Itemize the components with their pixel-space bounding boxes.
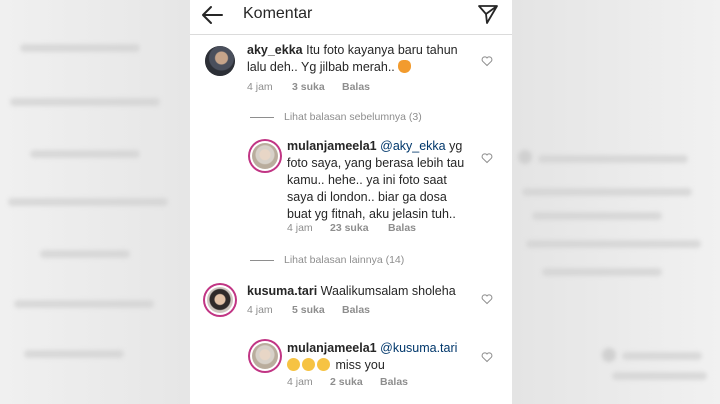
comment-meta: 4 jam 23 suka Balas — [287, 222, 487, 236]
page-title: Komentar — [243, 5, 313, 22]
mention-link[interactable]: @kusuma.tari — [380, 341, 457, 355]
avatar[interactable] — [205, 285, 235, 315]
heart-icon[interactable] — [481, 152, 493, 164]
cat-emoji-icon — [398, 60, 412, 73]
view-more-replies[interactable]: Lihat balasan lainnya (14) — [250, 254, 404, 266]
kiss-emoji-icon — [287, 358, 300, 371]
back-arrow-icon[interactable] — [200, 4, 224, 26]
comment-meta: 4 jam 2 suka Balas — [287, 376, 487, 390]
direct-send-icon[interactable] — [477, 3, 499, 25]
heart-icon[interactable] — [481, 351, 493, 363]
comment-kusuma-tari: kusuma.tari Waalikumsalam sholeha 4 jam … — [190, 280, 512, 328]
timestamp: 4 jam — [247, 304, 273, 316]
avatar[interactable] — [250, 341, 280, 371]
reply-button[interactable]: Balas — [342, 304, 370, 316]
heart-icon[interactable] — [481, 55, 493, 67]
heart-icon[interactable] — [481, 293, 493, 305]
reply-button[interactable]: Balas — [342, 81, 370, 93]
likes-count[interactable]: 2 suka — [330, 376, 363, 388]
reply-button[interactable]: Balas — [380, 376, 408, 388]
kiss-emoji-icon — [302, 358, 315, 371]
avatar[interactable] — [250, 141, 280, 171]
reply-mulanjameela1-1: mulanjameela1 @aky_ekka yg foto saya, ya… — [190, 138, 512, 238]
timestamp: 4 jam — [287, 222, 313, 234]
comment-text: mulanjameela1 @kusuma.tari miss you — [287, 341, 458, 372]
reply-mulanjameela1-2: mulanjameela1 @kusuma.tari miss you 4 ja… — [190, 338, 512, 398]
blurred-background-left — [0, 0, 190, 404]
comment-text: aky_ekka Itu foto kayanya baru tahun lal… — [247, 43, 458, 74]
blurred-background-right — [512, 0, 720, 404]
top-bar: Komentar — [190, 0, 512, 35]
comment-meta: 4 jam 3 suka Balas — [247, 81, 447, 95]
comment-text: mulanjameela1 @aky_ekka yg foto saya, ya… — [287, 139, 465, 221]
comment-text: kusuma.tari Waalikumsalam sholeha — [247, 284, 456, 298]
comment-aky-ekka: aky_ekka Itu foto kayanya baru tahun lal… — [190, 40, 512, 100]
likes-count[interactable]: 3 suka — [292, 81, 325, 93]
view-previous-replies[interactable]: Lihat balasan sebelumnya (3) — [250, 111, 422, 123]
timestamp: 4 jam — [247, 81, 273, 93]
username[interactable]: mulanjameela1 — [287, 139, 377, 153]
avatar[interactable] — [205, 46, 235, 76]
likes-count[interactable]: 5 suka — [292, 304, 325, 316]
likes-count[interactable]: 23 suka — [330, 222, 369, 234]
mention-link[interactable]: @aky_ekka — [380, 139, 446, 153]
reply-button[interactable]: Balas — [388, 222, 416, 234]
username[interactable]: aky_ekka — [247, 43, 303, 57]
kiss-emoji-icon — [317, 358, 330, 371]
username[interactable]: kusuma.tari — [247, 284, 317, 298]
comments-screen: Komentar aky_ekka Itu foto kayanya baru … — [190, 0, 512, 404]
timestamp: 4 jam — [287, 376, 313, 388]
username[interactable]: mulanjameela1 — [287, 341, 377, 355]
comment-meta: 4 jam 5 suka Balas — [247, 304, 447, 318]
